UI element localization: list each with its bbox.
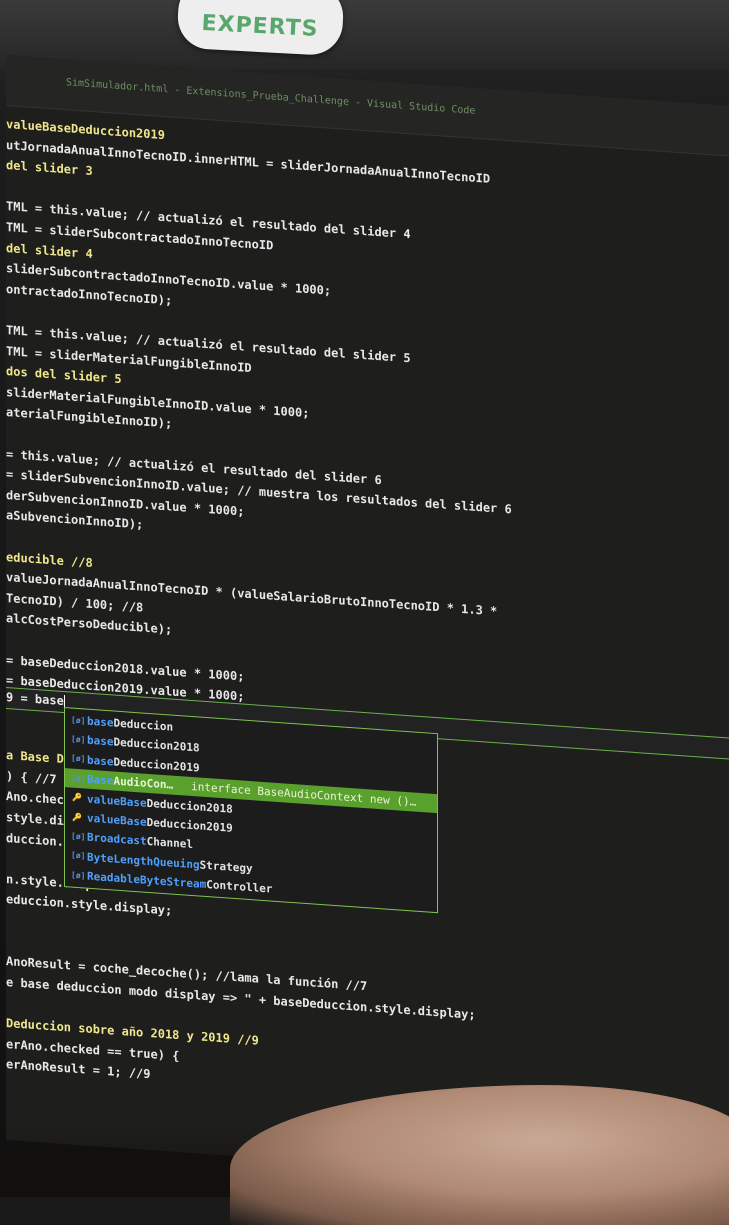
autocomplete-label: AudioCon… bbox=[113, 774, 174, 792]
variable-icon: [ø] bbox=[71, 753, 86, 764]
autocomplete-match: base bbox=[87, 753, 114, 769]
autocomplete-label: Deduccion bbox=[113, 716, 174, 734]
monitor-bezel bbox=[0, 0, 729, 70]
autocomplete-label: Deduccion2018 bbox=[113, 735, 200, 755]
autocomplete-label: Deduccion2018 bbox=[146, 796, 233, 816]
variable-icon: [ø] bbox=[71, 831, 86, 842]
autocomplete-match: Base bbox=[87, 772, 114, 788]
variable-icon: [ø] bbox=[71, 870, 86, 881]
autocomplete-match: Broadcast bbox=[87, 831, 147, 849]
variable-icon: [ø] bbox=[71, 850, 86, 861]
photo-frame: EXPERTS SimSimulador.html - Extensions_P… bbox=[0, 0, 729, 1225]
autocomplete-label: Deduccion2019 bbox=[146, 815, 233, 835]
autocomplete-match: valueBase bbox=[87, 792, 147, 810]
typed-text[interactable]: 9 = base bbox=[6, 690, 65, 709]
variable-icon: [ø] bbox=[71, 734, 86, 745]
autocomplete-match: valueBase bbox=[87, 811, 147, 829]
code-line[interactable]: ) { //7 bbox=[6, 769, 57, 793]
file-path[interactable]: SimSimulador.html - Extensions_Prueba_Ch… bbox=[66, 77, 475, 117]
autocomplete-label: Controller bbox=[206, 878, 273, 896]
editor-screen: SimSimulador.html - Extensions_Prueba_Ch… bbox=[6, 55, 729, 1191]
property-icon: 🔑 bbox=[72, 812, 82, 822]
variable-icon: [ø] bbox=[71, 715, 86, 726]
autocomplete-match: ReadableByteStream bbox=[87, 869, 207, 892]
autocomplete-match: base bbox=[87, 714, 114, 730]
autocomplete-label: Deduccion2019 bbox=[113, 755, 200, 775]
experts-sticker: EXPERTS bbox=[176, 0, 345, 57]
autocomplete-match: base bbox=[87, 734, 114, 749]
autocomplete-popup[interactable]: [ø] base Deduccion [ø] base Deduccion2018 [ø] b… bbox=[64, 707, 438, 914]
autocomplete-label: Channel bbox=[146, 835, 193, 852]
sticker-text: EXPERTS bbox=[200, 10, 320, 42]
autocomplete-label: Strategy bbox=[199, 858, 253, 876]
variable-icon: [ø] bbox=[71, 773, 86, 784]
property-icon: 🔑 bbox=[72, 792, 82, 803]
